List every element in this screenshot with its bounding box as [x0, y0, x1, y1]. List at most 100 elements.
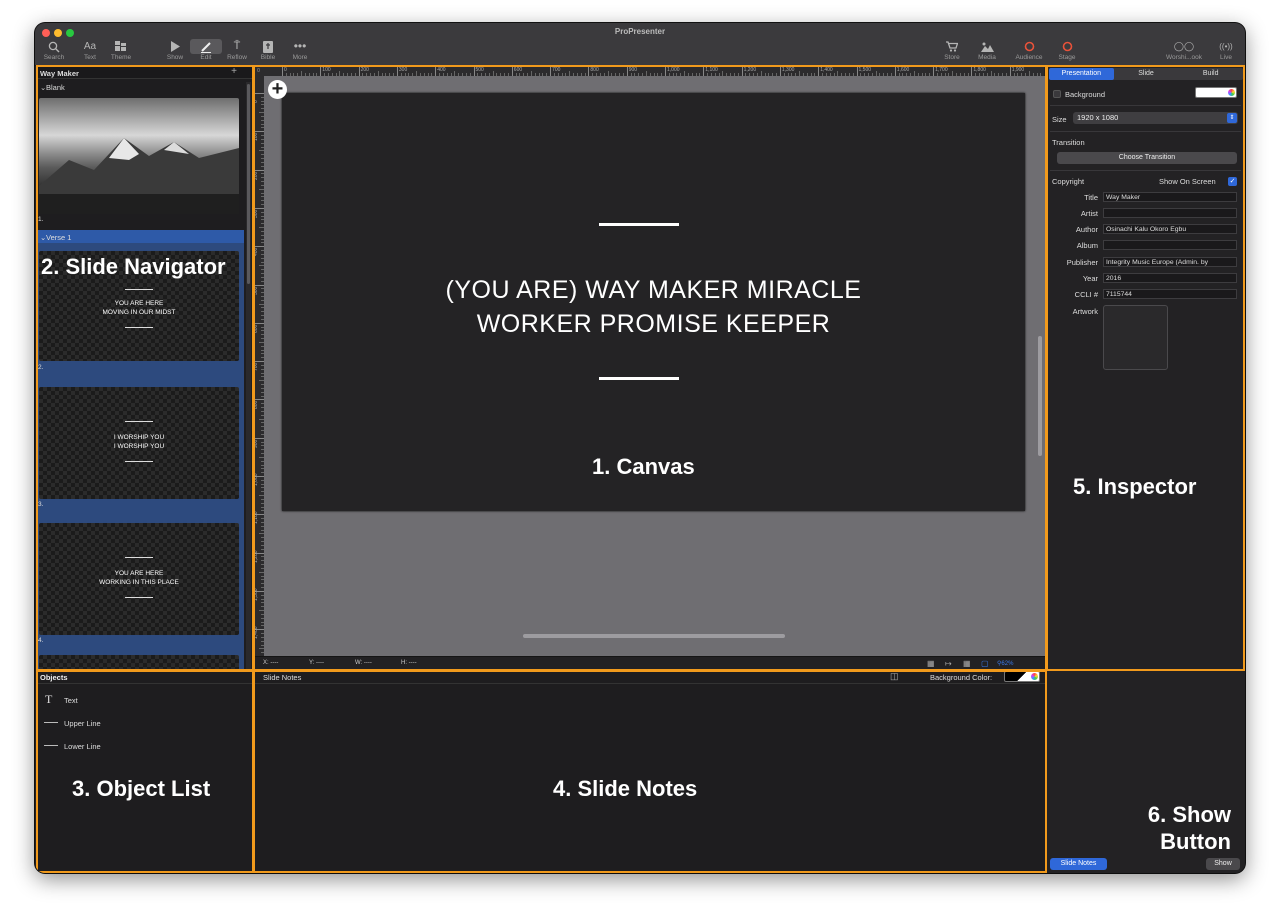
- canvas-horizontal-scrollbar[interactable]: [523, 634, 785, 638]
- h-readout: H: ----: [401, 660, 417, 666]
- toolbar-live-button[interactable]: ((•)) Live: [1204, 39, 1245, 61]
- slide-thumbnail-3: I WORSHIP YOU I WORSHIP YOU: [39, 387, 239, 499]
- add-slide-button[interactable]: +: [231, 66, 237, 77]
- canvas-area[interactable]: (YOU ARE) WAY MAKER MIRACLE WORKER PROMI…: [264, 76, 1045, 656]
- more-icon: •••: [293, 39, 307, 53]
- tab-build[interactable]: Build: [1178, 68, 1243, 80]
- ruler-tick-label: 200: [253, 171, 259, 180]
- ruler-tick: [320, 67, 322, 76]
- ruler-tick-label: 600: [513, 67, 523, 73]
- color-wheel-icon: [1228, 89, 1235, 96]
- fit-width-icon[interactable]: ↦: [945, 659, 952, 668]
- ruler-tick: [253, 437, 264, 439]
- divider: [1050, 105, 1241, 106]
- slide-item-5[interactable]: [36, 651, 244, 670]
- tab-slide[interactable]: Slide: [1114, 68, 1179, 80]
- ruler-tick: [253, 93, 264, 94]
- object-item-lower-line[interactable]: Lower Line: [36, 738, 251, 754]
- canvas-vertical-scrollbar[interactable]: [1038, 336, 1042, 456]
- ruler-tick-label: 1,300: [253, 588, 259, 601]
- group-header-blank[interactable]: ⌄ Blank: [36, 80, 244, 92]
- ruler-tick: [550, 67, 552, 76]
- ruler-tick: [253, 284, 264, 286]
- ruler-tick-label: 1,100: [705, 67, 718, 73]
- ruler-tick: [253, 322, 264, 324]
- show-on-screen-checkbox[interactable]: ✓: [1228, 177, 1237, 186]
- publisher-field[interactable]: Integrity Music Europe (Admin. by: [1103, 257, 1237, 267]
- scrollbar-thumb[interactable]: [247, 84, 250, 284]
- author-field[interactable]: Osinachi Kalu Okoro Egbu: [1103, 224, 1237, 234]
- divider: [1050, 131, 1241, 132]
- zoom-level[interactable]: ⚲62%: [997, 660, 1013, 667]
- ruler-tick-label: 100: [253, 132, 259, 142]
- inspector-panel: Presentation Slide Build Background Size…: [1046, 66, 1245, 670]
- stepper-icon: ⇕: [1227, 113, 1237, 123]
- group-header-verse-1[interactable]: ⌄ Verse 1: [36, 230, 244, 243]
- ruler-tick: [511, 67, 513, 76]
- annotation-show: 6. Show Button: [1147, 802, 1231, 854]
- notes-background-color-well[interactable]: [1004, 671, 1040, 682]
- artwork-well[interactable]: [1103, 305, 1168, 370]
- lower-line: [125, 327, 153, 328]
- ruler-tick: [894, 67, 896, 76]
- ruler-tick: [779, 67, 781, 76]
- theme-icon: [99, 39, 143, 54]
- checker-toggle-icon[interactable]: ▦: [927, 659, 935, 668]
- ccli-field[interactable]: 7115744: [1103, 289, 1237, 299]
- ruler-corner: 0: [253, 67, 264, 76]
- toolbar-theme-button[interactable]: Theme: [99, 39, 143, 61]
- toolbar-worship-button[interactable]: ◯◯ Worshi...ook: [1162, 39, 1206, 61]
- ruler-tick: [933, 67, 935, 76]
- title-field[interactable]: Way Maker: [1103, 192, 1237, 202]
- field-label: Title: [1084, 193, 1098, 202]
- slide-notes-panel: Slide Notes ◫ Background Color:: [253, 670, 1046, 873]
- show-button[interactable]: Show: [1206, 858, 1240, 870]
- snap-icon[interactable]: ▢: [981, 659, 989, 668]
- show-on-screen-label: Show On Screen: [1159, 177, 1216, 186]
- navigator-scrollbar[interactable]: [246, 82, 251, 670]
- choose-transition-button[interactable]: Choose Transition: [1057, 152, 1237, 164]
- ruler-tick-label: 500: [475, 67, 484, 73]
- slide-text: I WORSHIP YOU I WORSHIP YOU: [113, 434, 165, 450]
- size-select[interactable]: 1920 x 1080 ⇕: [1073, 112, 1238, 124]
- ruler-tick-label: 1,200: [253, 550, 259, 563]
- upper-line-object[interactable]: [599, 223, 679, 226]
- grid-icon[interactable]: ▦: [963, 659, 971, 668]
- object-list-title: Objects: [36, 670, 253, 684]
- ruler-tick-label: 800: [590, 67, 599, 73]
- ruler-tick-label: 1,600: [896, 67, 910, 73]
- year-field[interactable]: 2016: [1103, 273, 1237, 283]
- inspector-tabs: Presentation Slide Build: [1049, 68, 1243, 80]
- line-icon: [44, 745, 58, 746]
- object-item-upper-line[interactable]: Upper Line: [36, 715, 251, 731]
- slide-notes-button[interactable]: Slide Notes: [1050, 858, 1107, 870]
- slide-canvas[interactable]: (YOU ARE) WAY MAKER MIRACLE WORKER PROMI…: [282, 93, 1025, 511]
- layout-icon[interactable]: ◫: [890, 671, 899, 682]
- slide-thumbnail-5: [39, 655, 239, 670]
- background-checkbox[interactable]: [1053, 90, 1061, 98]
- toolbar-stage-button[interactable]: Stage: [1045, 39, 1089, 61]
- annotation-objects: 3. Object List: [72, 776, 211, 801]
- tab-presentation[interactable]: Presentation: [1049, 68, 1114, 80]
- live-icon: ((•)): [1219, 42, 1233, 51]
- slide-item-4[interactable]: YOU ARE HERE WORKING IN THIS PLACE 4.: [36, 515, 244, 651]
- object-item-text[interactable]: T Text: [36, 692, 251, 708]
- album-field[interactable]: [1103, 240, 1237, 250]
- ruler-tick-label: 200: [360, 67, 369, 73]
- people-icon: ◯◯: [1173, 41, 1195, 51]
- add-object-button[interactable]: +: [268, 79, 287, 99]
- artist-field[interactable]: [1103, 208, 1237, 218]
- slide-thumbnail-1[interactable]: [39, 98, 239, 214]
- media-icon: [965, 39, 1009, 54]
- ruler-tick-label: 1,400: [253, 626, 259, 640]
- slide-item-3[interactable]: I WORSHIP YOU I WORSHIP YOU 3.: [36, 379, 244, 515]
- ruler-tick-label: 1,800: [973, 67, 986, 73]
- toolbar-media-button[interactable]: Media: [965, 39, 1009, 61]
- lower-line-object[interactable]: [599, 377, 679, 380]
- background-color-well[interactable]: [1195, 87, 1237, 98]
- slide-text-object[interactable]: (YOU ARE) WAY MAKER MIRACLE WORKER PROMI…: [282, 273, 1025, 341]
- ruler-tick: [253, 169, 264, 171]
- ruler-tick-label: 900: [253, 439, 259, 448]
- toolbar-more-button[interactable]: ••• More: [278, 39, 322, 61]
- ruler-tick-label: 1,000: [253, 473, 259, 486]
